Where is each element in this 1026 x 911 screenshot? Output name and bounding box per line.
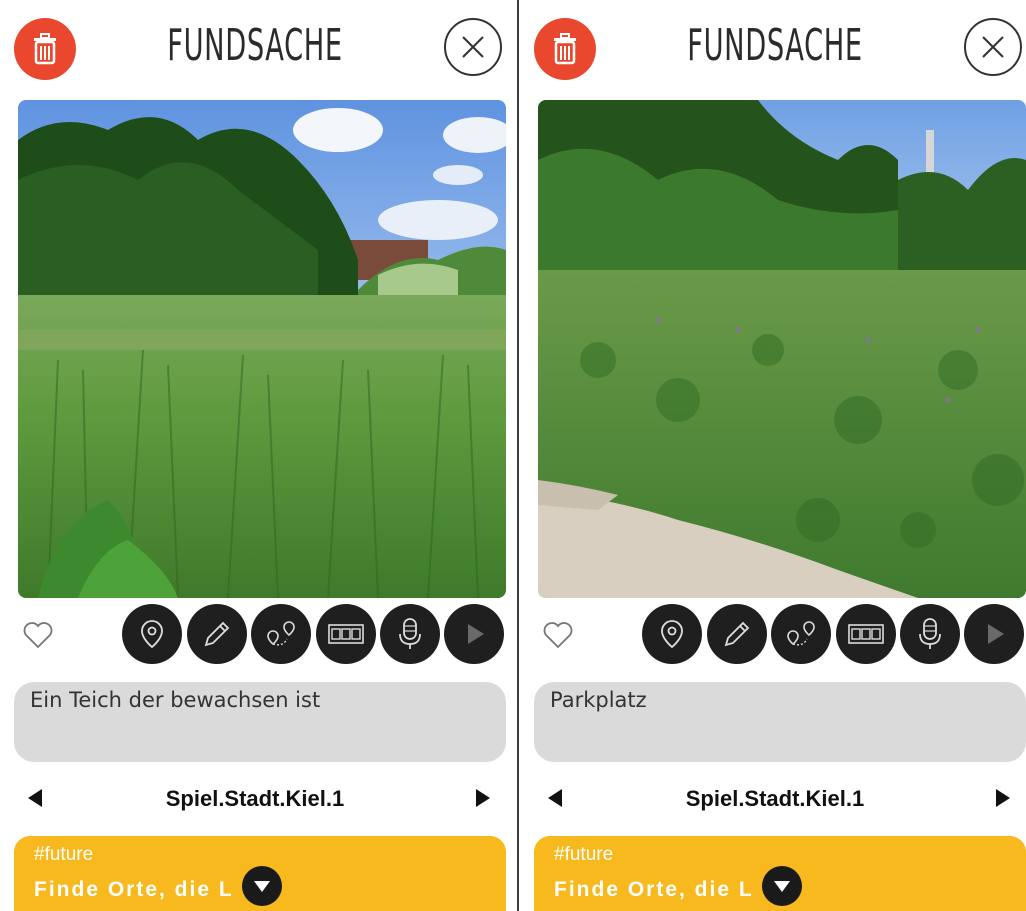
location-button[interactable] [122, 604, 182, 664]
play-icon [468, 624, 484, 644]
trash-icon [554, 33, 576, 65]
task-card[interactable]: #future Finde Orte, die L [14, 836, 506, 911]
gallery-button[interactable] [316, 604, 376, 664]
trash-icon [34, 33, 56, 65]
hashtag-label: #future [34, 844, 94, 865]
project-pager: Spiel.Stadt.Kiel.1 [0, 784, 510, 814]
project-name: Spiel.Stadt.Kiel.1 [165, 786, 345, 811]
route-icon [267, 621, 295, 646]
play-button[interactable] [964, 604, 1024, 664]
chevron-down-icon [774, 881, 790, 892]
close-icon [462, 36, 484, 58]
route-button[interactable] [771, 604, 831, 664]
description-field[interactable]: Parkplatz [534, 682, 1026, 762]
microphone-icon [919, 618, 941, 649]
edit-button[interactable] [707, 604, 767, 664]
task-headline: Finde Orte, die L [554, 878, 754, 901]
close-icon [982, 36, 1004, 58]
delete-button[interactable] [14, 18, 76, 80]
expand-button[interactable] [242, 866, 282, 906]
next-arrow-icon[interactable] [476, 789, 490, 807]
project-pager: Spiel.Stadt.Kiel.1 [520, 784, 1026, 814]
photo-strip-icon [848, 624, 884, 644]
panel-divider [517, 0, 519, 911]
route-icon [787, 621, 815, 646]
expand-button[interactable] [762, 866, 802, 906]
description-field[interactable]: Ein Teich der bewachsen ist [14, 682, 506, 762]
panel-left: FUNDSACHE Ein Teich der bewachsen ist Sp… [0, 0, 510, 911]
delete-button[interactable] [534, 18, 596, 80]
photo-strip-icon [328, 624, 364, 644]
microphone-icon [399, 618, 421, 649]
chevron-down-icon [254, 881, 270, 892]
hashtag-label: #future [554, 844, 614, 865]
close-button[interactable] [964, 18, 1022, 76]
pencil-icon [204, 621, 230, 647]
location-button[interactable] [642, 604, 702, 664]
panel-right: FUNDSACHE Parkplatz Spiel.Stadt.Kiel.1 #… [520, 0, 1026, 911]
description-text: Parkplatz [550, 688, 647, 712]
task-card[interactable]: #future Finde Orte, die L [534, 836, 1026, 911]
found-item-photo [538, 100, 1026, 598]
play-button[interactable] [444, 604, 504, 664]
record-audio-button[interactable] [380, 604, 440, 664]
heart-icon[interactable] [22, 620, 54, 650]
record-audio-button[interactable] [900, 604, 960, 664]
location-pin-icon [661, 620, 683, 649]
close-button[interactable] [444, 18, 502, 76]
edit-button[interactable] [187, 604, 247, 664]
gallery-button[interactable] [836, 604, 896, 664]
location-pin-icon [141, 620, 163, 649]
page-title: FUNDSACHE [167, 20, 343, 71]
play-icon [988, 624, 1004, 644]
description-text: Ein Teich der bewachsen ist [30, 688, 321, 712]
next-arrow-icon[interactable] [996, 789, 1010, 807]
route-button[interactable] [251, 604, 311, 664]
heart-icon[interactable] [542, 620, 574, 650]
task-headline: Finde Orte, die L [34, 878, 234, 901]
project-name: Spiel.Stadt.Kiel.1 [685, 786, 865, 811]
pencil-icon [724, 621, 750, 647]
page-title: FUNDSACHE [687, 20, 863, 71]
found-item-photo [18, 100, 506, 598]
